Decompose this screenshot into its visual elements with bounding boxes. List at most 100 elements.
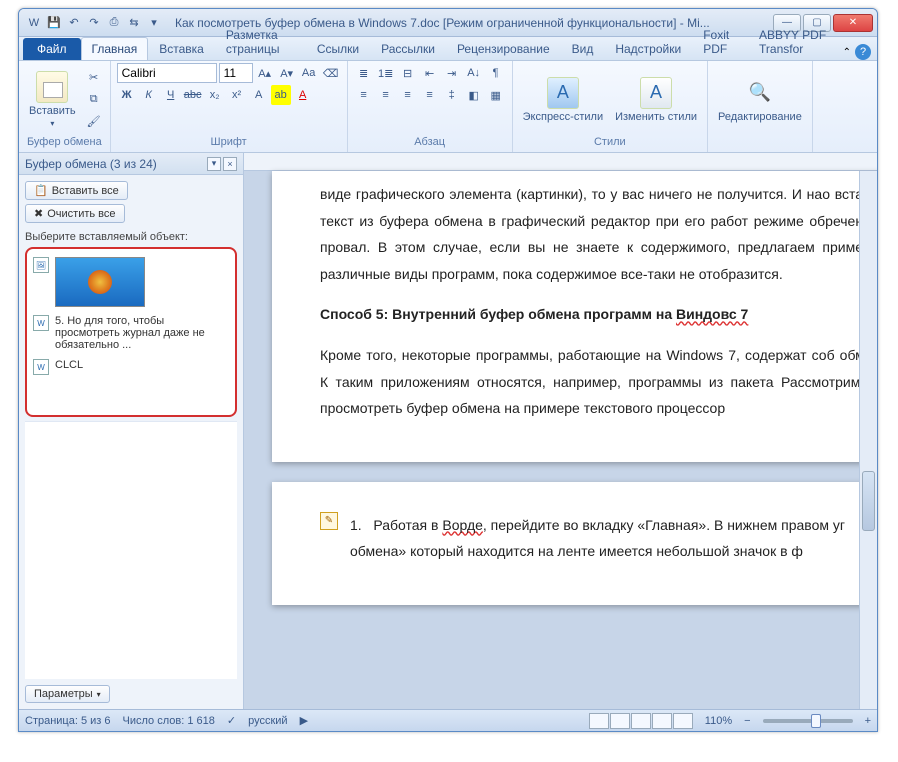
line-spacing-icon[interactable]: ‡ xyxy=(442,85,462,105)
multilevel-icon[interactable]: ⊟ xyxy=(398,63,418,83)
tab-insert[interactable]: Вставка xyxy=(148,37,215,60)
view-draft-icon[interactable] xyxy=(673,713,693,729)
pane-dropdown-icon[interactable]: ▾ xyxy=(207,157,221,171)
undo-icon[interactable]: ↶ xyxy=(65,14,83,32)
indent-inc-icon[interactable]: ⇥ xyxy=(442,63,462,83)
view-outline-icon[interactable] xyxy=(652,713,672,729)
list-item: ✎ 1. Работая в Ворде, перейдите во вклад… xyxy=(320,512,877,565)
macro-icon[interactable]: ▶ xyxy=(300,714,308,727)
justify-icon[interactable]: ≡ xyxy=(420,85,440,105)
status-words[interactable]: Число слов: 1 618 xyxy=(123,715,215,727)
copy-icon[interactable]: ⧉ xyxy=(84,90,104,110)
paragraph: Кроме того, некоторые программы, работаю… xyxy=(320,342,877,422)
group-clipboard: Вставить ▾ ✂ ⧉ 🖌 Буфер обмена xyxy=(19,61,111,152)
highlight-icon[interactable]: ab xyxy=(271,85,291,105)
superscript-icon[interactable]: x² xyxy=(227,85,247,105)
clear-format-icon[interactable]: ⌫ xyxy=(321,63,341,83)
align-right-icon[interactable]: ≡ xyxy=(398,85,418,105)
group-font: A▴ A▾ Aa ⌫ Ж К Ч abc x₂ x² A ab A Шрифт xyxy=(111,61,348,152)
help-icon[interactable]: ? xyxy=(855,44,871,60)
show-marks-icon[interactable]: ¶ xyxy=(486,63,506,83)
qat-icon[interactable]: ⎙ xyxy=(105,14,123,32)
italic-icon[interactable]: К xyxy=(139,85,159,105)
view-print-icon[interactable] xyxy=(589,713,609,729)
clip-text: 5. Но для того, чтобы просмотреть журнал… xyxy=(55,315,229,351)
page[interactable]: ✎ 1. Работая в Ворде, перейдите во вклад… xyxy=(272,482,877,605)
paste-button[interactable]: Вставить ▾ xyxy=(25,69,80,130)
numbering-icon[interactable]: 1≣ xyxy=(376,63,396,83)
cut-icon[interactable]: ✂ xyxy=(84,68,104,88)
scroll-thumb[interactable] xyxy=(862,471,875,531)
editing-label: Редактирование xyxy=(718,111,802,123)
paste-all-button[interactable]: 📋Вставить все xyxy=(25,181,128,200)
clip-item[interactable]: 🖼 xyxy=(29,253,233,311)
format-painter-icon[interactable]: 🖌 xyxy=(84,112,104,132)
statusbar: Страница: 5 из 6 Число слов: 1 618 ✓ рус… xyxy=(19,709,877,731)
word-doc-icon: W xyxy=(33,315,49,331)
pane-title: Буфер обмена (3 из 24) xyxy=(25,157,157,171)
strike-icon[interactable]: abc xyxy=(183,85,203,105)
align-left-icon[interactable]: ≡ xyxy=(354,85,374,105)
redo-icon[interactable]: ↷ xyxy=(85,14,103,32)
qat-dropdown-icon[interactable]: ▾ xyxy=(145,14,163,32)
save-icon[interactable]: 💾 xyxy=(45,14,63,32)
tab-abbyy[interactable]: ABBYY PDF Transfor xyxy=(748,23,843,60)
clip-item[interactable]: W 5. Но для того, чтобы просмотреть журн… xyxy=(29,311,233,355)
tab-foxit[interactable]: Foxit PDF xyxy=(692,23,748,60)
zoom-out-icon[interactable]: − xyxy=(744,715,750,727)
underline-icon[interactable]: Ч xyxy=(161,85,181,105)
zoom-in-icon[interactable]: + xyxy=(865,715,871,727)
zoom-slider[interactable] xyxy=(763,719,853,723)
tab-view[interactable]: Вид xyxy=(561,37,605,60)
status-page[interactable]: Страница: 5 из 6 xyxy=(25,715,111,727)
align-center-icon[interactable]: ≡ xyxy=(376,85,396,105)
group-label-paragraph: Абзац xyxy=(354,136,506,150)
heading: Способ 5: Внутренний буфер обмена програ… xyxy=(320,301,877,328)
tab-file[interactable]: Файл xyxy=(23,38,81,60)
document-area[interactable]: виде графического элемента (картинки), т… xyxy=(244,153,877,709)
quick-styles-button[interactable]: A Экспресс-стили xyxy=(519,75,607,125)
tab-layout[interactable]: Разметка страницы xyxy=(215,23,306,60)
options-button[interactable]: Параметры ▾ xyxy=(25,685,110,703)
text-effects-icon[interactable]: A xyxy=(249,85,269,105)
indent-dec-icon[interactable]: ⇤ xyxy=(420,63,440,83)
pane-close-icon[interactable]: × xyxy=(223,157,237,171)
shrink-font-icon[interactable]: A▾ xyxy=(277,63,297,83)
tab-review[interactable]: Рецензирование xyxy=(446,37,561,60)
borders-icon[interactable]: ▦ xyxy=(486,85,506,105)
ribbon-minimize-icon[interactable]: ⌃ xyxy=(843,47,851,58)
clip-thumbnail xyxy=(55,257,145,307)
paste-icon xyxy=(36,71,68,103)
shading-icon[interactable]: ◧ xyxy=(464,85,484,105)
font-size-input[interactable] xyxy=(219,63,253,83)
sort-icon[interactable]: A↓ xyxy=(464,63,484,83)
clip-list: 🖼 W 5. Но для того, чтобы просмотреть жу… xyxy=(25,247,237,417)
ruler[interactable] xyxy=(244,153,877,171)
qat-icon[interactable]: ⇆ xyxy=(125,14,143,32)
paragraph: виде графического элемента (картинки), т… xyxy=(320,181,877,287)
view-read-icon[interactable] xyxy=(610,713,630,729)
bullets-icon[interactable]: ≣ xyxy=(354,63,374,83)
tab-addins[interactable]: Надстройки xyxy=(604,37,692,60)
proofing-icon[interactable]: ✓ xyxy=(227,714,236,727)
change-case-icon[interactable]: Aa xyxy=(299,63,319,83)
clip-item[interactable]: W CLCL xyxy=(29,355,233,379)
zoom-level[interactable]: 110% xyxy=(705,715,732,727)
vertical-scrollbar[interactable] xyxy=(859,171,877,709)
tab-references[interactable]: Ссылки xyxy=(306,37,370,60)
status-language[interactable]: русский xyxy=(248,715,287,727)
subscript-icon[interactable]: x₂ xyxy=(205,85,225,105)
view-web-icon[interactable] xyxy=(631,713,651,729)
clear-all-button[interactable]: ✖Очистить все xyxy=(25,204,125,223)
change-styles-button[interactable]: A Изменить стили xyxy=(611,75,701,125)
bold-icon[interactable]: Ж xyxy=(117,85,137,105)
editing-button[interactable]: 🔍 Редактирование xyxy=(714,75,806,125)
font-name-input[interactable] xyxy=(117,63,217,83)
pane-header: Буфер обмена (3 из 24) ▾ × xyxy=(19,153,243,175)
page[interactable]: виде графического элемента (картинки), т… xyxy=(272,171,877,462)
grow-font-icon[interactable]: A▴ xyxy=(255,63,275,83)
tab-mailings[interactable]: Рассылки xyxy=(370,37,446,60)
group-label-clipboard: Буфер обмена xyxy=(25,136,104,150)
font-color-icon[interactable]: A xyxy=(293,85,313,105)
tab-home[interactable]: Главная xyxy=(81,37,149,60)
